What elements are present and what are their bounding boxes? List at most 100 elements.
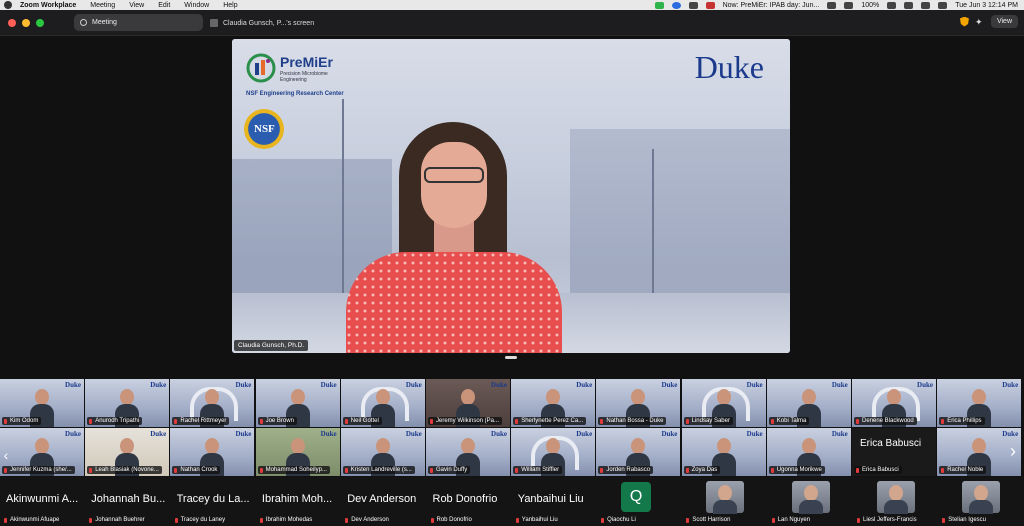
participant-tile[interactable]: Tracey du La... Tracey du Laney <box>171 477 255 525</box>
gallery-prev-arrow-icon[interactable]: ‹ <box>0 448 12 462</box>
search-icon[interactable] <box>921 1 931 9</box>
shared-screen-content[interactable]: PreMiEr Precision Microbiome Engineering… <box>232 39 790 353</box>
campus-building-right <box>570 129 790 319</box>
participant-tile[interactable]: Ibrahim Moh... Ibrahim Mohedas <box>256 477 340 525</box>
control-center-icon[interactable] <box>938 1 948 9</box>
participant-video-tile[interactable]: Duke Jeremy Wilkinson (Pa... <box>426 379 510 427</box>
box-icon[interactable] <box>827 1 837 9</box>
participant-video-tile[interactable]: Duke Nathan Bossa - Duke <box>596 379 681 427</box>
participant-tile[interactable]: Stelian Igescu <box>938 477 1022 525</box>
participant-video-tile[interactable]: Duke Mohammad Soheilyp... <box>255 428 340 476</box>
now-playing-text[interactable]: Now: PreMiEr: IPAB day: Jun... <box>723 2 820 9</box>
menu-app-name[interactable]: Zoom Workplace <box>20 2 76 9</box>
participant-video-tile[interactable]: Duke Kim Odom <box>0 379 84 427</box>
participant-name-label: Rob Donofrio <box>429 517 472 523</box>
participant-tile[interactable]: Lan Nguyen <box>768 477 852 525</box>
menu-window[interactable]: Window <box>184 2 209 9</box>
battery-level: 100% <box>861 1 880 9</box>
menu-help[interactable]: Help <box>223 2 237 9</box>
zoom-status-icon[interactable] <box>654 1 664 9</box>
battery-icon[interactable] <box>887 1 897 9</box>
tab-meeting[interactable]: Meeting <box>74 14 203 31</box>
participant-name-label: Stelian Igescu <box>940 517 986 523</box>
participant-head <box>972 438 987 454</box>
duke-logo: Duke <box>150 430 167 438</box>
speaker-name-label: Claudia Gunsch, Ph.D. <box>234 340 309 351</box>
fullscreen-window-button[interactable] <box>36 18 44 27</box>
minimize-window-button[interactable] <box>22 18 30 27</box>
participant-video-tile[interactable]: Duke Rachel Rittmeyer <box>170 379 255 427</box>
duke-logo: Duke <box>320 381 337 389</box>
photo-head <box>803 485 818 501</box>
participant-video-tile[interactable]: Duke Gavin Duffy <box>426 428 510 476</box>
screen-share-icon <box>210 19 218 27</box>
duke-logo: Duke <box>65 430 81 438</box>
security-shield-icon[interactable] <box>959 16 969 27</box>
participant-video-tile[interactable]: Duke Denene Blackwood <box>852 379 936 427</box>
participant-name-label: Sherlynette Perez Ca... <box>513 417 587 425</box>
participant-video-tile[interactable]: Duke Sherlynette Perez Ca... <box>511 379 596 427</box>
participant-video-tile[interactable]: Duke Zoya Das <box>681 428 766 476</box>
participant-video-tile[interactable]: Duke Joe Brown <box>255 379 340 427</box>
participant-name-label: Scott Harrison <box>684 517 730 523</box>
participant-name-label: Nathan Crook <box>172 466 221 474</box>
bell-icon[interactable] <box>844 1 854 9</box>
ai-companion-icon[interactable]: ✦ <box>975 17 985 27</box>
participant-video-tile[interactable]: Duke Erica Phillips <box>937 379 1022 427</box>
duke-logo: Duke <box>746 430 763 438</box>
participant-head <box>546 438 561 454</box>
participant-tile[interactable]: Yanbaihui Liu Yanbaihui Liu <box>512 477 596 525</box>
zoom-title-bar: Meeting Claudia Gunsch, P...'s screen ✦ … <box>0 10 1024 36</box>
view-button[interactable]: View <box>990 15 1018 28</box>
participant-name-label: Zoya Das <box>683 466 721 474</box>
tab-meeting-label: Meeting <box>92 19 117 26</box>
participant-head <box>972 389 987 405</box>
participant-video-tile[interactable]: Duke Leah Blasiak (Novone... <box>85 428 170 476</box>
participant-video-tile[interactable]: Duke Lindsay Saber <box>681 379 766 427</box>
participant-profile-photo <box>877 481 915 514</box>
participant-video-tile[interactable]: Duke Anurodh Tripathi <box>85 379 170 427</box>
participant-name-label: Johannah Buehrer <box>87 517 145 523</box>
duke-logo: Duke <box>661 430 678 438</box>
participant-video-tile[interactable]: Duke Jorden Rabasco <box>596 428 681 476</box>
participant-head <box>290 438 305 454</box>
shared-screen-tab[interactable]: Claudia Gunsch, P...'s screen <box>210 17 314 29</box>
apple-icon[interactable] <box>4 1 12 9</box>
participant-video-tile[interactable]: Duke Neil Gottel <box>340 379 425 427</box>
photo-head <box>974 485 989 501</box>
participant-video-tile[interactable]: Duke Kristen Landreville (s... <box>340 428 425 476</box>
menu-meeting[interactable]: Meeting <box>90 2 115 9</box>
record-icon[interactable] <box>705 1 715 9</box>
photo-body <box>713 500 738 514</box>
photo-body <box>884 500 908 514</box>
participant-video-tile[interactable]: Duke William Stiffler <box>511 428 596 476</box>
cloud-icon[interactable] <box>688 1 698 9</box>
participant-tile[interactable]: Q Qiaochu Li <box>597 477 681 525</box>
participant-video-tile[interactable]: Duke Ugonna Morikwe <box>766 428 851 476</box>
participant-video-tile[interactable]: Duke Nathan Crook <box>170 428 255 476</box>
participant-tile[interactable]: Dev Anderson Dev Anderson <box>341 477 425 525</box>
wifi-icon[interactable] <box>904 1 914 9</box>
resize-handle[interactable] <box>505 356 517 359</box>
participant-tile[interactable]: Liesl Jeffers-Francis <box>853 477 937 525</box>
participant-video-tile[interactable]: Duke Jennifer Kuzma (she/... <box>0 428 84 476</box>
macos-menu-bar: Zoom Workplace Meeting View Edit Window … <box>0 0 1024 10</box>
participant-tile[interactable]: Scott Harrison <box>682 477 766 525</box>
duke-logo: Duke <box>235 381 252 389</box>
participant-name-label: Ibrahim Mohedas <box>258 517 312 523</box>
participant-video-tile[interactable]: Duke Kobi Talma <box>766 379 851 427</box>
menu-view[interactable]: View <box>129 2 144 9</box>
close-window-button[interactable] <box>8 18 16 27</box>
screen-share-status-icon[interactable] <box>671 1 681 9</box>
participant-profile-photo <box>706 481 745 514</box>
menu-edit[interactable]: Edit <box>158 2 170 9</box>
participant-tile[interactable]: Rob Donofrio Rob Donofrio <box>427 477 511 525</box>
participant-video-tile[interactable]: Erica Babusci Erica Babusci <box>852 428 936 476</box>
photo-body <box>798 500 823 514</box>
clock[interactable]: Tue Jun 3 12:14 PM <box>955 2 1018 9</box>
participant-head <box>205 389 220 405</box>
duke-logo: Duke <box>491 430 507 438</box>
participant-tile[interactable]: Johannah Bu... Johannah Buehrer <box>85 477 169 525</box>
participant-tile[interactable]: Akinwunmi A... Akinwunmi Afuape <box>0 477 84 525</box>
gallery-next-arrow-icon[interactable]: › <box>1006 442 1020 460</box>
